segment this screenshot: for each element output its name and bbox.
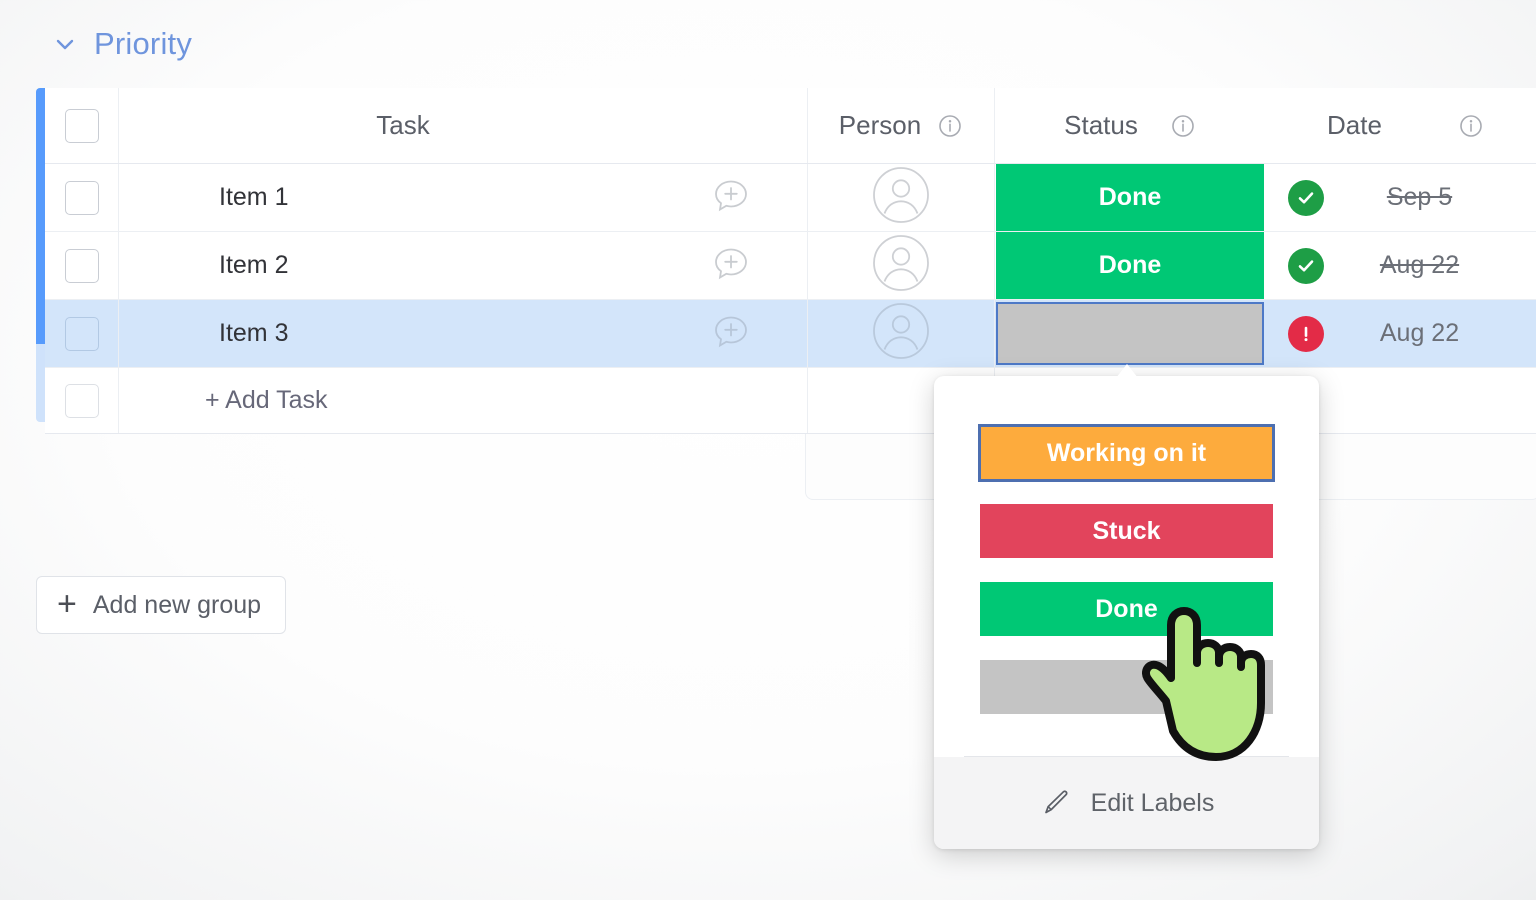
status-cell-active[interactable] [995, 300, 1265, 367]
add-task-label[interactable]: + Add Task [119, 386, 328, 415]
column-header-person[interactable]: Person [808, 88, 995, 163]
row-select-cell[interactable] [45, 300, 119, 367]
info-icon[interactable] [937, 113, 963, 139]
select-all-cell[interactable] [45, 88, 119, 163]
row-select-cell[interactable] [45, 164, 119, 231]
column-header-task-label: Task [376, 110, 430, 140]
status-option-empty[interactable] [980, 660, 1273, 714]
task-cell[interactable]: Item 1 [119, 164, 808, 231]
group-accent-bar-faint [36, 344, 45, 422]
check-circle-icon [1288, 247, 1324, 284]
table-row[interactable]: Item 2 Done Aug 22 [45, 232, 1536, 300]
info-icon[interactable] [1458, 113, 1484, 139]
alert-circle-icon [1288, 315, 1324, 352]
check-circle-icon [1288, 179, 1324, 216]
status-option-stuck[interactable]: Stuck [980, 504, 1273, 558]
person-cell[interactable] [808, 232, 995, 299]
edit-labels-button[interactable]: Edit Labels [934, 757, 1319, 849]
add-task-cell[interactable]: + Add Task [119, 368, 808, 433]
pencil-icon [1039, 786, 1073, 820]
person-avatar-icon[interactable] [872, 302, 930, 365]
edit-labels-label: Edit Labels [1090, 788, 1215, 817]
status-chip[interactable]: Done [996, 232, 1264, 299]
person-cell[interactable] [808, 164, 995, 231]
group-header: Priority [52, 26, 192, 62]
status-dropdown: Working on it Stuck Done Edit Labels [934, 376, 1319, 849]
add-comment-icon[interactable] [711, 243, 751, 288]
group-accent-bar [36, 88, 45, 344]
task-cell[interactable]: Item 2 [119, 232, 808, 299]
column-header-date-label: Date [1327, 110, 1382, 140]
plus-icon: + [57, 584, 77, 623]
add-comment-icon[interactable] [711, 175, 751, 220]
group-title[interactable]: Priority [94, 26, 192, 62]
table-row[interactable]: Item 1 Done Sep 5 [45, 164, 1536, 232]
add-new-group-button[interactable]: + Add new group [36, 576, 287, 634]
status-chip[interactable] [996, 302, 1264, 365]
table-row[interactable]: Item 3 Aug 22 [45, 300, 1536, 368]
column-header-person-label: Person [838, 110, 922, 140]
info-icon[interactable] [1170, 113, 1196, 139]
date-value[interactable]: Aug 22 [1352, 251, 1459, 280]
status-cell[interactable]: Done [995, 232, 1265, 299]
table-header-row: Task Person Status Date [45, 88, 1536, 164]
date-cell[interactable]: Aug 22 [1265, 300, 1536, 367]
row-select-cell[interactable] [45, 232, 119, 299]
column-header-date[interactable]: Date [1265, 88, 1536, 163]
column-header-status[interactable]: Status [995, 88, 1265, 163]
date-cell[interactable]: Sep 5 [1265, 164, 1536, 231]
column-header-task[interactable]: Task [119, 88, 808, 163]
status-option-working-on-it[interactable]: Working on it [978, 424, 1275, 482]
row-checkbox [64, 383, 99, 418]
chevron-down-icon[interactable] [52, 31, 78, 57]
date-value[interactable]: Sep 5 [1359, 183, 1452, 212]
add-new-group-label: Add new group [92, 590, 262, 619]
task-name[interactable]: Item 3 [119, 319, 288, 348]
row-checkbox[interactable] [64, 180, 99, 215]
person-avatar-icon[interactable] [872, 234, 930, 297]
column-header-status-label: Status [1064, 110, 1138, 140]
task-cell[interactable]: Item 3 [119, 300, 808, 367]
task-name[interactable]: Item 1 [119, 183, 288, 212]
person-avatar-icon[interactable] [872, 166, 930, 229]
date-value[interactable]: Aug 22 [1352, 319, 1459, 348]
status-option-done[interactable]: Done [980, 582, 1273, 636]
select-all-checkbox[interactable] [64, 108, 99, 143]
person-cell[interactable] [808, 300, 995, 367]
status-cell[interactable]: Done [995, 164, 1265, 231]
status-chip[interactable]: Done [996, 164, 1264, 231]
row-checkbox[interactable] [64, 316, 99, 351]
add-comment-icon[interactable] [711, 311, 751, 356]
row-checkbox[interactable] [64, 248, 99, 283]
task-name[interactable]: Item 2 [119, 251, 288, 280]
date-cell[interactable]: Aug 22 [1265, 232, 1536, 299]
row-select-cell [45, 368, 119, 433]
status-option-list: Working on it Stuck Done [934, 376, 1319, 736]
